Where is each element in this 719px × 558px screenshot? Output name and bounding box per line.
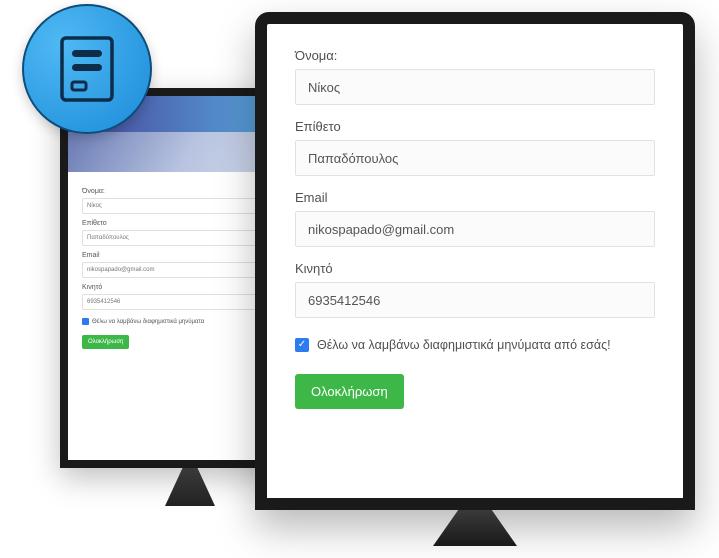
background-monitor-stand bbox=[165, 468, 215, 506]
email-input[interactable] bbox=[295, 211, 655, 247]
check-icon: ✓ bbox=[298, 340, 306, 350]
foreground-monitor: Όνομα: Επίθετο Email Κινητό ✓ Θέλω να λα… bbox=[255, 12, 695, 546]
surname-input[interactable] bbox=[295, 140, 655, 176]
foreground-monitor-stand bbox=[433, 510, 517, 546]
phone-label: Κινητό bbox=[295, 261, 655, 276]
consent-label: Θέλω να λαμβάνω διαφημιστικά μηνύματα απ… bbox=[317, 338, 611, 352]
form-badge bbox=[22, 4, 152, 134]
bg-submit-button[interactable]: Ολοκλήρωση bbox=[82, 335, 129, 349]
bg-consent-label: Θέλω να λαμβάνω διαφημιστικά μηνύματα bbox=[92, 319, 204, 325]
email-label: Email bbox=[295, 190, 655, 205]
phone-input[interactable] bbox=[295, 282, 655, 318]
form-icon bbox=[52, 34, 122, 104]
bg-consent-checkbox[interactable] bbox=[82, 318, 89, 325]
surname-label: Επίθετο bbox=[295, 119, 655, 134]
submit-button[interactable]: Ολοκλήρωση bbox=[295, 374, 404, 409]
name-label: Όνομα: bbox=[295, 48, 655, 63]
name-input[interactable] bbox=[295, 69, 655, 105]
consent-checkbox[interactable]: ✓ bbox=[295, 338, 309, 352]
foreground-screen: Όνομα: Επίθετο Email Κινητό ✓ Θέλω να λα… bbox=[255, 12, 695, 510]
consent-row[interactable]: ✓ Θέλω να λαμβάνω διαφημιστικά μηνύματα … bbox=[295, 338, 655, 352]
